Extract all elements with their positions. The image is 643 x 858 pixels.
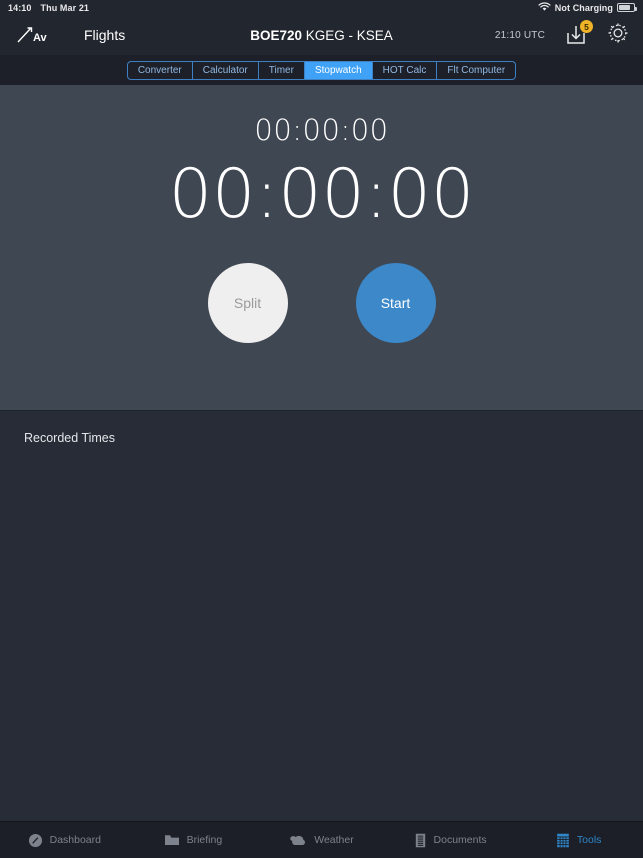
gauge-icon — [28, 833, 43, 848]
cloud-icon — [289, 834, 307, 847]
navbar-right-group: 21:10 UTC 5 — [494, 20, 629, 49]
tab-label-documents: Documents — [433, 834, 487, 846]
segment-flt-computer[interactable]: Flt Computer — [437, 62, 515, 79]
ios-status-bar: 14:10 Thu Mar 21 Not Charging — [0, 0, 643, 15]
bottom-tab-bar: Dashboard Briefing Weather Documents Too… — [0, 821, 643, 858]
status-bar-date: Thu Mar 21 — [40, 2, 90, 13]
aviation-arrow-icon[interactable]: Av — [14, 25, 54, 45]
gear-icon[interactable] — [607, 22, 629, 49]
tab-weather[interactable]: Weather — [257, 834, 386, 847]
start-button[interactable]: Start — [355, 263, 436, 343]
tab-label-dashboard: Dashboard — [49, 834, 101, 846]
svg-text:Av: Av — [33, 32, 48, 44]
segment-hot-calc[interactable]: HOT Calc — [373, 61, 438, 79]
split-time-display: 00:00:00 — [254, 113, 389, 147]
tab-label-tools: Tools — [576, 834, 602, 846]
segment-timer[interactable]: Timer — [259, 61, 305, 79]
segment-calculator[interactable]: Calculator — [193, 61, 259, 79]
navbar-left-group: Av Flights — [14, 25, 125, 45]
tools-segmented-bar: Converter Calculator Timer Stopwatch HOT… — [0, 55, 643, 85]
main-time-display: 00:00:00 — [168, 155, 475, 234]
navigation-bar: Av Flights BOE720 KGEG - KSEA 21:10 UTC … — [0, 15, 643, 55]
wifi-icon — [538, 1, 551, 14]
utc-clock: 21:10 UTC — [494, 29, 545, 41]
tools-segmented-control[interactable]: Converter Calculator Timer Stopwatch HOT… — [126, 60, 517, 80]
download-badge: 5 — [580, 20, 593, 33]
battery-icon — [617, 3, 637, 12]
charging-status-label: Not Charging — [554, 2, 613, 13]
tab-documents[interactable]: Documents — [386, 833, 515, 848]
tab-tools[interactable]: Tools — [514, 833, 643, 848]
recorded-times-section: Recorded Times — [0, 410, 643, 821]
flights-menu-button[interactable]: Flights — [84, 27, 125, 43]
status-bar-time: 14:10 — [8, 2, 32, 13]
flight-number: BOE720 — [250, 27, 302, 43]
segment-converter[interactable]: Converter — [128, 61, 193, 79]
stopwatch-panel: 00:00:00 00:00:00 Split Start — [0, 85, 643, 410]
tab-briefing[interactable]: Briefing — [129, 833, 258, 847]
document-icon — [414, 833, 427, 848]
status-bar-right: Not Charging — [538, 1, 637, 14]
calculator-icon — [556, 833, 570, 848]
segment-stopwatch[interactable]: Stopwatch — [304, 61, 373, 79]
app-screen: 14:10 Thu Mar 21 Not Charging Av Flights… — [0, 0, 643, 858]
recorded-times-title: Recorded Times — [24, 431, 116, 445]
tab-dashboard[interactable]: Dashboard — [0, 833, 129, 848]
split-button[interactable]: Split — [207, 263, 288, 343]
tab-label-briefing: Briefing — [186, 834, 223, 846]
stopwatch-buttons: Split Start — [0, 263, 643, 343]
folder-icon — [164, 833, 180, 847]
tab-label-weather: Weather — [314, 834, 354, 846]
flight-route: KGEG - KSEA — [305, 27, 393, 43]
download-tray-icon[interactable]: 5 — [565, 20, 593, 46]
